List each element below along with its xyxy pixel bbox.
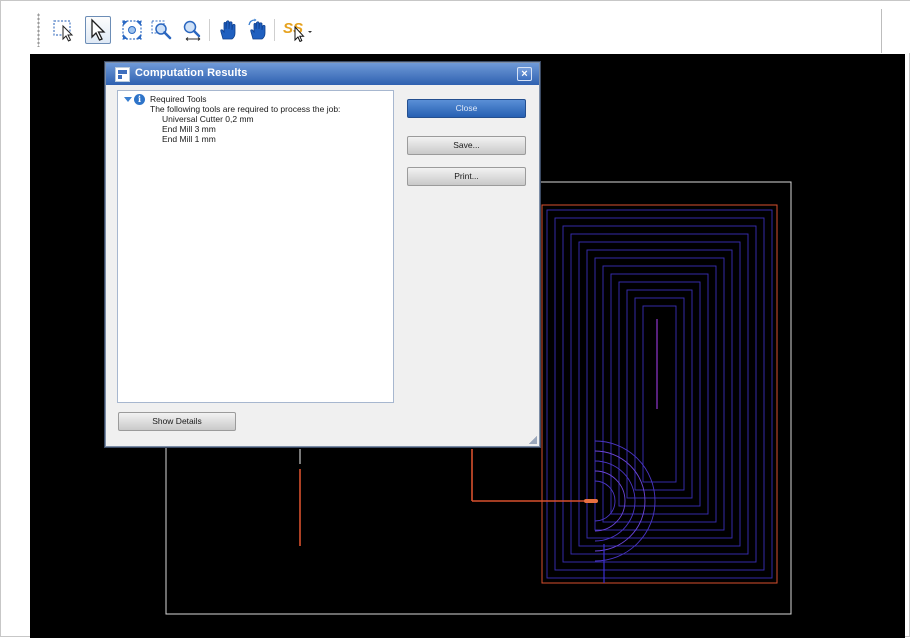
channel-toolpath xyxy=(594,440,656,562)
info-icon: i xyxy=(134,94,145,105)
toolbar-separator xyxy=(209,19,210,41)
save-button[interactable]: Save... xyxy=(407,136,526,155)
dialog-title: Computation Results xyxy=(135,67,248,79)
toolbar-separator xyxy=(274,19,275,41)
close-icon[interactable]: × xyxy=(517,67,532,81)
close-button[interactable]: Close xyxy=(407,99,526,118)
tree-item[interactable]: End Mill 3 mm xyxy=(162,124,216,134)
tree-root-label[interactable]: Required Tools xyxy=(150,94,207,104)
toolbar-divider xyxy=(881,9,882,53)
resize-grip[interactable] xyxy=(529,436,537,444)
zoom-window-icon[interactable] xyxy=(148,16,174,44)
tree-item[interactable]: Universal Cutter 0,2 mm xyxy=(162,114,254,124)
red-outline xyxy=(541,204,778,584)
expand-arrow-icon[interactable] xyxy=(124,97,132,102)
toolbar-grip[interactable] xyxy=(37,13,40,47)
print-button[interactable]: Print... xyxy=(407,167,526,186)
computation-results-dialog: Computation Results × i Required Tools T… xyxy=(105,62,540,447)
toolbar: SS xyxy=(1,1,910,53)
snap-options-icon[interactable]: SS xyxy=(281,16,315,44)
dialog-titlebar[interactable]: Computation Results × xyxy=(106,63,539,85)
lasso-select-icon[interactable] xyxy=(51,16,77,44)
tree-item[interactable]: End Mill 1 mm xyxy=(162,134,216,144)
show-details-button[interactable]: Show Details xyxy=(118,412,236,431)
pocket-ring xyxy=(642,305,677,483)
pocket-toolpath xyxy=(546,209,773,579)
zoom-pan-icon[interactable] xyxy=(179,16,205,44)
pocket-ring xyxy=(618,281,701,507)
channel-ring xyxy=(594,450,646,552)
pocket-ring xyxy=(562,225,757,563)
hand-rotate-icon[interactable] xyxy=(245,16,271,44)
hand-pan-icon[interactable] xyxy=(215,16,241,44)
dialog-app-icon xyxy=(115,67,130,82)
pocket-ring xyxy=(626,289,693,499)
pocket-ring xyxy=(610,273,709,515)
tree-description: The following tools are required to proc… xyxy=(150,104,341,114)
select-arrow-icon[interactable] xyxy=(85,16,111,44)
results-tree: i Required Tools The following tools are… xyxy=(117,90,394,403)
pocket-ring xyxy=(546,209,773,579)
pocket-ring xyxy=(634,297,685,491)
pocket-ring xyxy=(586,249,733,539)
pocket-ring xyxy=(594,257,725,531)
zoom-fit-icon[interactable] xyxy=(119,16,145,44)
pocket-ring xyxy=(554,217,765,571)
app-window: SS Computation Results × i Required Tool… xyxy=(0,0,910,638)
